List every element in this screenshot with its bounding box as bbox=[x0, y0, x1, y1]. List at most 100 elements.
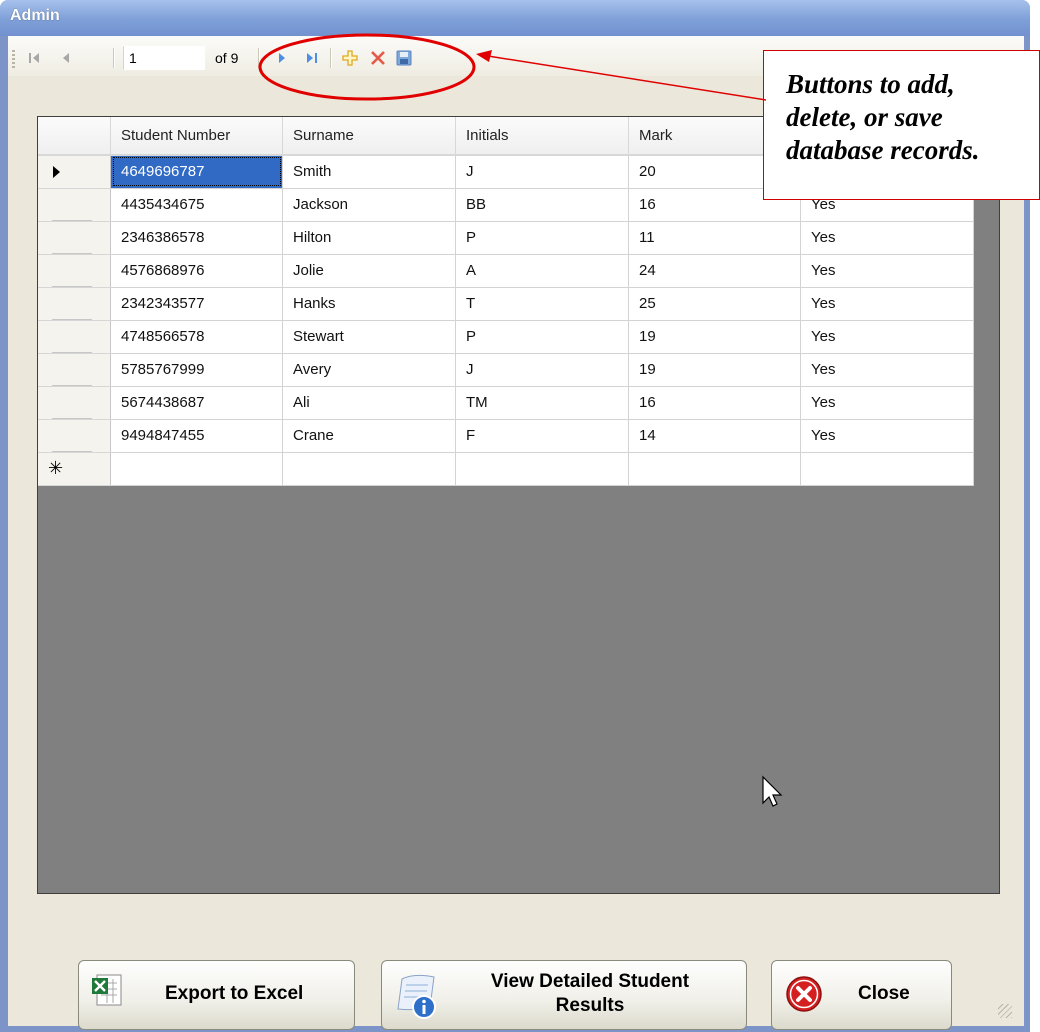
cell-mark[interactable]: 19 bbox=[628, 320, 801, 354]
annotation-line3: database records. bbox=[786, 135, 980, 165]
cell-student-number[interactable]: 4576868976 bbox=[110, 254, 283, 288]
cell-student-number[interactable]: 4748566578 bbox=[110, 320, 283, 354]
move-last-icon[interactable] bbox=[300, 46, 324, 70]
row-header[interactable] bbox=[38, 155, 111, 189]
resize-grip[interactable] bbox=[998, 1004, 1012, 1018]
row-header[interactable]: ✳ bbox=[38, 452, 111, 486]
close-label: Close bbox=[858, 983, 910, 1004]
cell-surname[interactable]: Hanks bbox=[282, 287, 456, 321]
row-header[interactable] bbox=[38, 419, 111, 453]
cell-mark[interactable]: 14 bbox=[628, 419, 801, 453]
cell-extra[interactable]: Yes bbox=[800, 419, 974, 453]
cell-initials[interactable]: A bbox=[455, 254, 629, 288]
move-first-icon[interactable] bbox=[22, 46, 46, 70]
cell-surname[interactable]: Avery bbox=[282, 353, 456, 387]
current-row-indicator-icon bbox=[53, 166, 60, 178]
cell-initials[interactable]: TM bbox=[455, 386, 629, 420]
excel-icon bbox=[92, 974, 122, 1006]
table-row[interactable]: 9494847455 Crane F 14 Yes bbox=[38, 419, 974, 453]
cell-initials[interactable]: P bbox=[455, 221, 629, 255]
window-title: Admin bbox=[10, 7, 60, 24]
empty-cell[interactable] bbox=[800, 452, 974, 486]
title-bar[interactable]: Admin bbox=[0, 0, 1030, 36]
column-header-student-number[interactable]: Student Number bbox=[110, 117, 283, 156]
export-to-excel-label: Export to Excel bbox=[165, 983, 304, 1004]
cell-surname[interactable]: Jackson bbox=[282, 188, 456, 222]
row-header-corner[interactable] bbox=[38, 117, 111, 156]
new-row[interactable]: ✳ bbox=[38, 452, 974, 486]
empty-cell[interactable] bbox=[628, 452, 801, 486]
table-row[interactable]: 2346386578 Hilton P 11 Yes bbox=[38, 221, 974, 255]
cell-extra[interactable]: Yes bbox=[800, 386, 974, 420]
position-input[interactable] bbox=[123, 46, 205, 70]
document-info-icon bbox=[397, 974, 436, 1019]
row-header[interactable] bbox=[38, 287, 111, 321]
table-row[interactable]: 4748566578 Stewart P 19 Yes bbox=[38, 320, 974, 354]
cell-surname[interactable]: Jolie bbox=[282, 254, 456, 288]
cell-initials[interactable]: J bbox=[455, 353, 629, 387]
cell-extra[interactable]: Yes bbox=[800, 287, 974, 321]
cell-initials[interactable]: J bbox=[455, 155, 629, 189]
column-header-initials[interactable]: Initials bbox=[455, 117, 629, 156]
toolbar-separator bbox=[113, 48, 115, 68]
row-header[interactable] bbox=[38, 221, 111, 255]
toolbar-separator bbox=[258, 48, 260, 68]
move-next-icon[interactable] bbox=[270, 46, 294, 70]
cell-student-number[interactable]: 5785767999 bbox=[110, 353, 283, 387]
cell-surname[interactable]: Hilton bbox=[282, 221, 456, 255]
cell-initials[interactable]: T bbox=[455, 287, 629, 321]
cell-surname[interactable]: Crane bbox=[282, 419, 456, 453]
cell-surname[interactable]: Smith bbox=[282, 155, 456, 189]
toolbar-separator bbox=[330, 48, 332, 68]
view-detailed-results-label: View Detailed Student Results bbox=[470, 970, 710, 1018]
cell-student-number[interactable]: 4435434675 bbox=[110, 188, 283, 222]
cell-initials[interactable]: F bbox=[455, 419, 629, 453]
cell-mark[interactable]: 24 bbox=[628, 254, 801, 288]
cell-mark[interactable]: 25 bbox=[628, 287, 801, 321]
cell-student-number[interactable]: 5674438687 bbox=[110, 386, 283, 420]
export-to-excel-button[interactable]: Export to Excel bbox=[78, 960, 355, 1030]
cell-mark[interactable]: 19 bbox=[628, 353, 801, 387]
move-previous-icon[interactable] bbox=[54, 46, 78, 70]
cell-student-number[interactable]: 9494847455 bbox=[110, 419, 283, 453]
record-count-label: of 9 bbox=[215, 50, 239, 66]
cell-surname[interactable]: Ali bbox=[282, 386, 456, 420]
cell-extra[interactable]: Yes bbox=[800, 353, 974, 387]
column-header-surname[interactable]: Surname bbox=[282, 117, 456, 156]
add-new-icon[interactable] bbox=[338, 46, 362, 70]
annotation-callout: Buttons to add, delete, or save database… bbox=[763, 50, 1040, 200]
cell-initials[interactable]: P bbox=[455, 320, 629, 354]
empty-cell[interactable] bbox=[282, 452, 456, 486]
annotation-line2: delete, or save bbox=[786, 102, 943, 132]
cell-mark[interactable]: 16 bbox=[628, 386, 801, 420]
row-header[interactable] bbox=[38, 353, 111, 387]
cell-student-number[interactable]: 2342343577 bbox=[110, 287, 283, 321]
toolbar-grip[interactable] bbox=[12, 50, 15, 68]
empty-cell[interactable] bbox=[110, 452, 283, 486]
cell-mark[interactable]: 11 bbox=[628, 221, 801, 255]
cell-student-number[interactable]: 2346386578 bbox=[110, 221, 283, 255]
view-detailed-results-line2: Results bbox=[555, 995, 625, 1016]
close-icon bbox=[786, 976, 822, 1012]
table-row[interactable]: 4576868976 Jolie A 24 Yes bbox=[38, 254, 974, 288]
row-header[interactable] bbox=[38, 188, 111, 222]
save-icon[interactable] bbox=[392, 46, 416, 70]
row-header[interactable] bbox=[38, 386, 111, 420]
delete-icon[interactable] bbox=[366, 46, 390, 70]
cell-extra[interactable]: Yes bbox=[800, 254, 974, 288]
cell-initials[interactable]: BB bbox=[455, 188, 629, 222]
student-data-grid[interactable]: Student Number Surname Initials Mark 464… bbox=[37, 116, 1000, 894]
row-header[interactable] bbox=[38, 254, 111, 288]
close-button[interactable]: Close bbox=[771, 960, 952, 1030]
new-row-asterisk-icon: ✳ bbox=[48, 457, 64, 479]
empty-cell[interactable] bbox=[455, 452, 629, 486]
cell-extra[interactable]: Yes bbox=[800, 320, 974, 354]
table-row[interactable]: 5674438687 Ali TM 16 Yes bbox=[38, 386, 974, 420]
cell-student-number[interactable]: 4649696787 bbox=[110, 155, 283, 189]
row-header[interactable] bbox=[38, 320, 111, 354]
table-row[interactable]: 5785767999 Avery J 19 Yes bbox=[38, 353, 974, 387]
cell-extra[interactable]: Yes bbox=[800, 221, 974, 255]
table-row[interactable]: 2342343577 Hanks T 25 Yes bbox=[38, 287, 974, 321]
cell-surname[interactable]: Stewart bbox=[282, 320, 456, 354]
view-detailed-results-button[interactable]: View Detailed Student Results bbox=[381, 960, 747, 1030]
